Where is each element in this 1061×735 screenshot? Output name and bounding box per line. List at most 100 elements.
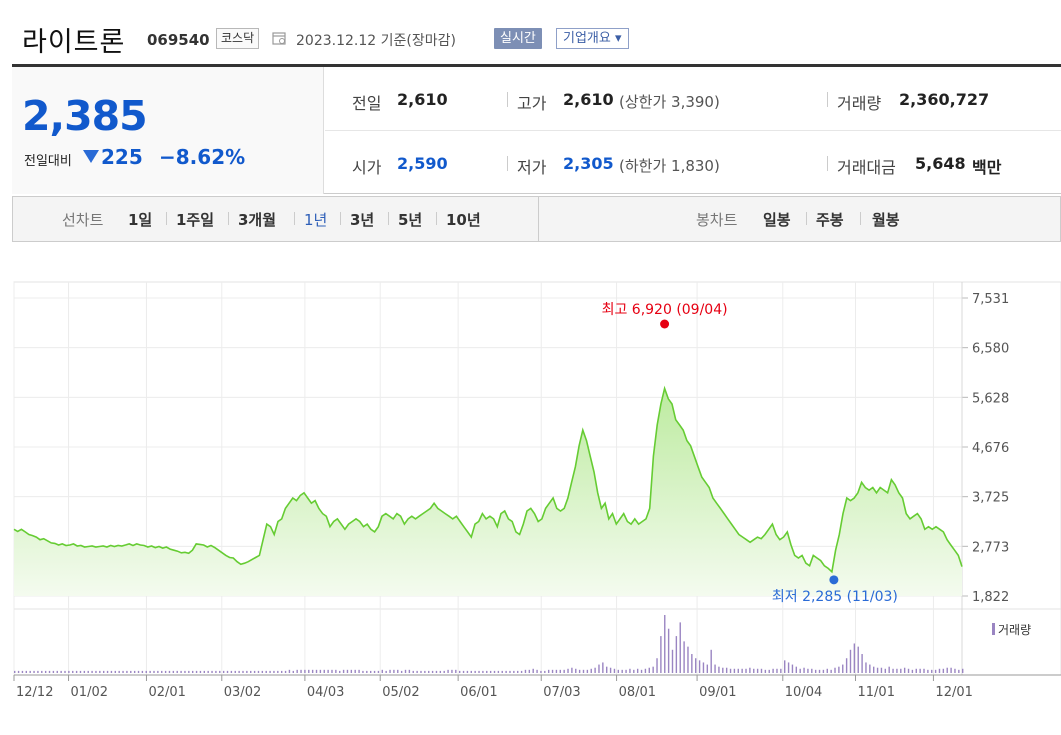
volume-bar [880, 667, 883, 673]
tab-1day[interactable]: 1일 [128, 209, 152, 230]
company-info-button[interactable]: 기업개요 ▾ [556, 28, 629, 49]
volume-bar [72, 670, 74, 673]
x-tick-label: 07/03 [543, 685, 580, 700]
volume-bar [226, 670, 229, 673]
volume-bar [571, 667, 573, 673]
volume-bar [764, 669, 767, 673]
volume-bar [319, 669, 322, 673]
volume-bar [907, 668, 910, 673]
volume-bar [896, 668, 898, 673]
x-tick-label: 12/12 [16, 685, 53, 700]
volume-bar [48, 670, 51, 673]
volume-bar [613, 668, 616, 673]
tab-monthly-candle[interactable]: 월봉 [872, 209, 900, 230]
max-marker [660, 319, 670, 329]
volume-bar [594, 667, 596, 673]
volume-bar [474, 670, 476, 673]
volume-bar [176, 670, 178, 673]
volume-bar [462, 670, 465, 673]
volume-bar [776, 668, 778, 673]
volume-bar [400, 670, 403, 673]
tab-1year[interactable]: 1년 [304, 209, 327, 230]
volume-bar [807, 668, 809, 673]
volume-bar [435, 670, 438, 673]
volume-bar [292, 670, 294, 673]
chart-grid [13, 281, 1061, 676]
volume-bar [768, 669, 770, 673]
volume-bar [362, 670, 364, 673]
volume-bar [172, 670, 175, 673]
volume-bar [911, 669, 914, 673]
volume-bar [729, 668, 732, 673]
volume-bar [679, 622, 681, 673]
market-badge: 코스닥 [216, 28, 260, 49]
volume-bar [323, 669, 325, 673]
volume-bar [942, 668, 945, 673]
volume-bar [253, 670, 256, 673]
tab-3years[interactable]: 3년 [350, 209, 374, 230]
volume-bar [420, 670, 422, 673]
tab-separator [340, 212, 341, 225]
tab-separator [436, 212, 437, 225]
volume-bar [876, 667, 879, 673]
volume-bar [126, 670, 128, 673]
volume-bar [869, 664, 871, 673]
min-annotation: 최저 2,285 (11/03) [772, 589, 898, 605]
tab-weekly-candle[interactable]: 주봉 [816, 209, 844, 230]
min-marker [829, 575, 839, 585]
volume-bar [489, 670, 492, 673]
volume-bar [137, 670, 140, 673]
volume-bar [102, 670, 105, 673]
volume-bar [191, 670, 194, 673]
calendar-icon [272, 32, 286, 45]
tab-10years[interactable]: 10년 [446, 209, 481, 230]
volume-bar [497, 670, 500, 673]
volume-bar [683, 641, 685, 673]
tab-5years[interactable]: 5년 [398, 209, 422, 230]
tab-3months[interactable]: 3개월 [238, 209, 276, 230]
max-annotation: 최고 6,920 (09/04) [602, 302, 728, 318]
volume-bar [811, 668, 813, 673]
column-divider [507, 156, 508, 171]
volume-bar [888, 666, 890, 673]
volume-bar [377, 670, 380, 673]
volume-bar [528, 669, 531, 673]
volume-bar [393, 669, 395, 673]
volume-bar [547, 669, 550, 673]
volume-bar [346, 669, 349, 673]
volume-bar [451, 669, 453, 673]
volume-bar [853, 643, 856, 673]
volume-bar [486, 670, 488, 673]
volume-bar [14, 670, 16, 673]
volume-bar [915, 668, 917, 673]
volume-bar [180, 670, 182, 673]
volume-bar [424, 670, 426, 673]
volume-bar [211, 670, 213, 673]
prev-close-value: 2,610 [397, 90, 448, 109]
volume-bar [598, 664, 600, 673]
line-chart-label: 선차트 [62, 211, 104, 229]
volume-bar [68, 670, 70, 673]
tab-1week[interactable]: 1주일 [176, 209, 214, 230]
current-price: 2,385 [22, 92, 148, 140]
volume-bar [845, 658, 848, 673]
volume-bar [725, 667, 728, 673]
x-tick-label: 12/01 [935, 685, 972, 700]
volume-bar [555, 669, 558, 673]
volume-bar [648, 667, 650, 673]
change-label: 전일대비 [24, 154, 72, 169]
volume-bar [733, 668, 736, 673]
chart-tab-bar [12, 196, 1061, 242]
column-divider [507, 92, 508, 107]
volume-bar [710, 649, 712, 673]
volume-bar [230, 670, 233, 673]
x-tick-label: 04/03 [307, 685, 344, 700]
volume-bar [567, 668, 569, 673]
volume-bar [501, 670, 503, 673]
volume-bar [923, 668, 925, 673]
tab-daily-candle[interactable]: 일봉 [763, 209, 791, 230]
x-tick-label: 09/01 [699, 685, 736, 700]
volume-bar [350, 669, 353, 673]
volume-bar [304, 669, 306, 673]
realtime-button[interactable]: 실시간 [494, 28, 542, 49]
